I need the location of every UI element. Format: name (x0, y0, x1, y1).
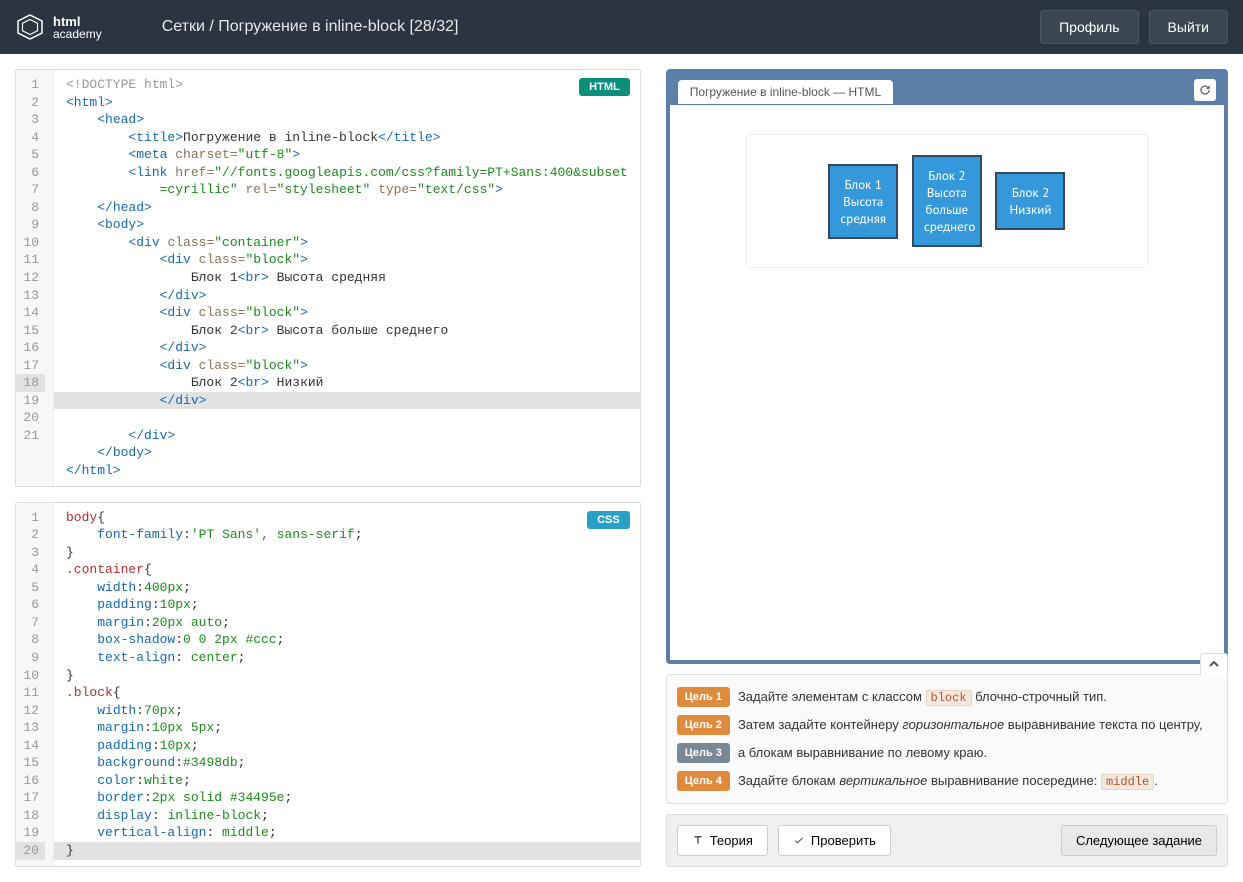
render-block-1: Блок 1Высота средняя (828, 164, 898, 239)
goal-tag-2: Цель 2 (677, 715, 730, 735)
refresh-button[interactable] (1194, 79, 1216, 101)
html-gutter: 123456789101112131415161718192021 (16, 70, 54, 486)
logout-button[interactable]: Выйти (1149, 10, 1228, 44)
preview-content: Блок 1Высота средняя Блок 2Высота больше… (670, 105, 1224, 660)
render-container: Блок 1Высота средняя Блок 2Высота больше… (747, 135, 1147, 267)
next-task-button[interactable]: Следующее задание (1061, 825, 1217, 856)
goal-tag-4: Цель 4 (677, 771, 730, 791)
html-badge: HTML (579, 78, 630, 96)
logo-text-bottom: academy (53, 28, 102, 40)
goals-panel: Цель 1 Задайте элементам с классом block… (666, 674, 1228, 804)
profile-button[interactable]: Профиль (1040, 10, 1138, 44)
breadcrumb[interactable]: Сетки / Погружение в inline-block [28/32… (162, 18, 459, 36)
css-editor[interactable]: CSS 1234567891011121314151617181920 body… (15, 502, 641, 867)
preview-frame: Погружение в inline-block — HTML Блок 1В… (666, 69, 1228, 664)
font-icon (692, 834, 704, 846)
app-header: html academy Сетки / Погружение в inline… (0, 0, 1243, 54)
render-block-2: Блок 2Высота больше среднего (912, 155, 982, 247)
logo-text-top: html (53, 15, 102, 28)
preview-tab[interactable]: Погружение в inline-block — HTML (678, 80, 893, 104)
goal-tag-3: Цель 3 (677, 743, 730, 763)
theory-button[interactable]: Теория (677, 825, 768, 856)
goal-2: Цель 2 Затем задайте контейнеру горизонт… (677, 711, 1217, 739)
goal-3: Цель 3 а блокам выравнивание по левому к… (677, 739, 1217, 767)
bottom-toolbar: Теория Проверить Следующее задание (666, 814, 1228, 867)
css-code[interactable]: body{ font-family:'PT Sans', sans-serif;… (54, 503, 640, 866)
css-gutter: 1234567891011121314151617181920 (16, 503, 54, 866)
html-editor[interactable]: HTML 123456789101112131415161718192021 <… (15, 69, 641, 487)
goal-1: Цель 1 Задайте элементам с классом block… (677, 683, 1217, 711)
refresh-icon (1198, 83, 1212, 97)
goals-toggle[interactable] (1200, 653, 1228, 675)
logo[interactable]: html academy (15, 12, 102, 42)
logo-icon (15, 12, 45, 42)
css-badge: CSS (587, 511, 630, 529)
html-code[interactable]: <!DOCTYPE html> <html> <head> <title>Пог… (54, 70, 640, 486)
chevron-up-icon (1209, 659, 1219, 669)
goal-tag-1: Цель 1 (677, 687, 730, 707)
check-icon (793, 834, 805, 846)
render-block-3: Блок 2Низкий (995, 172, 1065, 230)
check-button[interactable]: Проверить (778, 825, 891, 856)
goal-4: Цель 4 Задайте блокам вертикальное вырав… (677, 767, 1217, 795)
